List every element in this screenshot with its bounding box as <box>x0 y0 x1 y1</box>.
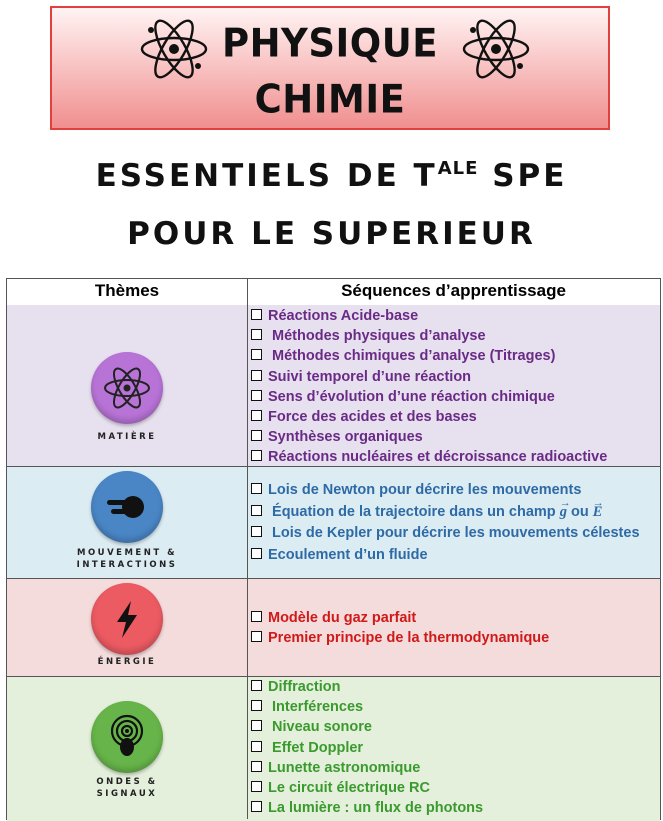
list-item: Le circuit électrique RC <box>251 778 661 798</box>
lightning-icon <box>91 583 163 655</box>
list-item: Suivi temporel d’une réaction <box>251 367 661 387</box>
table-row-matiere: MATIÈRE Réactions Acide-base Méthodes ph… <box>7 305 660 467</box>
list-item: Niveau sonore <box>251 717 661 737</box>
checkbox[interactable] <box>251 700 262 712</box>
sequence-list: Modèle du gaz parfait Premier principe d… <box>251 608 661 648</box>
list-item: Diffraction <box>251 677 661 697</box>
theme-cell: ÉNERGIE <box>7 579 247 676</box>
vector-g: g <box>560 504 567 520</box>
table-header: Thèmes Séquences d’apprentissage <box>7 279 660 306</box>
checkbox[interactable] <box>251 740 262 752</box>
list-item: Synthèses organiques <box>251 427 661 447</box>
list-item: Réactions Acide-base <box>251 306 661 326</box>
list-item: Interférences <box>251 697 661 717</box>
theme-label: ÉNERGIE <box>97 657 157 667</box>
theme-label: MATIÈRE <box>97 432 157 442</box>
column-divider <box>247 279 248 819</box>
theme-cell: ONDES & SIGNAUX <box>7 677 247 821</box>
banner-title-line2: CHIMIE <box>254 76 406 123</box>
checkbox[interactable] <box>251 483 262 494</box>
subtitle-line1: ESSENTIELS DE TALE SPE <box>95 158 568 194</box>
checkbox[interactable] <box>251 450 262 462</box>
checkbox[interactable] <box>251 526 262 537</box>
list-item: La lumière : un flux de photons <box>251 798 661 818</box>
theme-label: MOUVEMENT & INTERACTIONS <box>76 548 178 570</box>
checkbox[interactable] <box>251 504 262 516</box>
checkbox[interactable] <box>251 369 262 381</box>
list-item: Lunette astronomique <box>251 758 661 778</box>
sequence-list: Lois de Newton pour décrire les mouvemen… <box>251 480 661 566</box>
checkbox[interactable] <box>251 410 262 422</box>
list-item: Méthodes physiques d’analyse <box>251 326 661 346</box>
list-item: Ecoulement d’un fluide <box>251 545 661 567</box>
column-header-themes: Thèmes <box>94 281 160 300</box>
list-item: Réactions nucléaires et décroissance rad… <box>251 447 661 467</box>
atom-icon <box>91 352 163 424</box>
list-item: Méthodes chimiques d’analyse (Titrages) <box>251 346 661 366</box>
sequence-list: Diffraction Interférences Niveau sonore … <box>251 677 661 818</box>
table-row-energie: ÉNERGIE Modèle du gaz parfait Premier pr… <box>7 579 660 677</box>
checkbox[interactable] <box>251 781 262 793</box>
table-row-mouvement: MOUVEMENT & INTERACTIONS Lois de Newton p… <box>7 467 660 579</box>
list-item: Sens d’évolution d’une réaction chimique <box>251 387 661 407</box>
title-banner: PHYSIQUE CHIMIE <box>50 6 610 130</box>
list-item: Premier principe de la thermodynamique <box>251 628 661 648</box>
list-item: Modèle du gaz parfait <box>251 608 661 628</box>
checkbox[interactable] <box>251 430 262 442</box>
subtitle-line2: POUR LE SUPERIEUR <box>127 216 536 252</box>
moving-object-icon <box>91 471 163 543</box>
checkbox[interactable] <box>251 547 262 559</box>
list-item: Équation de la trajectoire dans un champ… <box>251 502 661 524</box>
theme-cell: MATIÈRE <box>7 305 247 466</box>
checkbox[interactable] <box>251 309 262 320</box>
list-item: Force des acides et des bases <box>251 407 661 427</box>
sequence-list: Réactions Acide-base Méthodes physiques … <box>251 306 661 468</box>
list-item: Effet Doppler <box>251 738 661 758</box>
column-header-sequences: Séquences d’apprentissage <box>341 281 566 300</box>
list-item: Lois de Kepler pour décrire les mouvemen… <box>251 523 661 545</box>
table-row-ondes: ONDES & SIGNAUX Diffraction Interférences… <box>7 677 660 821</box>
checkbox[interactable] <box>251 680 262 691</box>
checkbox[interactable] <box>251 389 262 401</box>
checkbox[interactable] <box>251 329 262 341</box>
checkbox[interactable] <box>251 720 262 732</box>
curriculum-table: Thèmes Séquences d’apprentissage MATIÈRE… <box>6 278 661 821</box>
checkbox[interactable] <box>251 760 262 772</box>
theme-cell: MOUVEMENT & INTERACTIONS <box>7 467 247 578</box>
checkbox[interactable] <box>251 611 262 622</box>
banner-title-line1: PHYSIQUE <box>221 20 439 67</box>
checkbox[interactable] <box>251 801 262 813</box>
checkbox[interactable] <box>251 349 262 361</box>
checkbox[interactable] <box>251 631 262 643</box>
vector-e: E <box>593 504 603 520</box>
signal-waves-icon <box>91 701 163 773</box>
theme-label: ONDES & SIGNAUX <box>96 777 158 799</box>
